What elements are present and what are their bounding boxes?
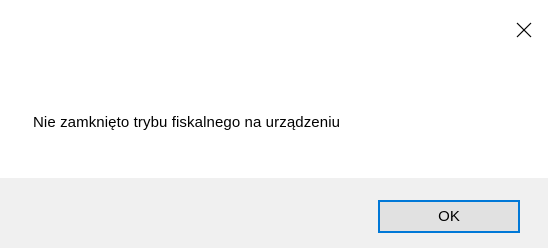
dialog-message: Nie zamknięto trybu fiskalnego na urządz… (33, 114, 341, 131)
message-dialog: Nie zamknięto trybu fiskalnego na urządz… (0, 0, 548, 248)
dialog-footer: OK (0, 178, 548, 248)
close-icon (516, 22, 532, 38)
ok-button-label: OK (438, 208, 460, 225)
ok-button[interactable]: OK (378, 200, 520, 233)
close-button[interactable] (508, 14, 540, 46)
